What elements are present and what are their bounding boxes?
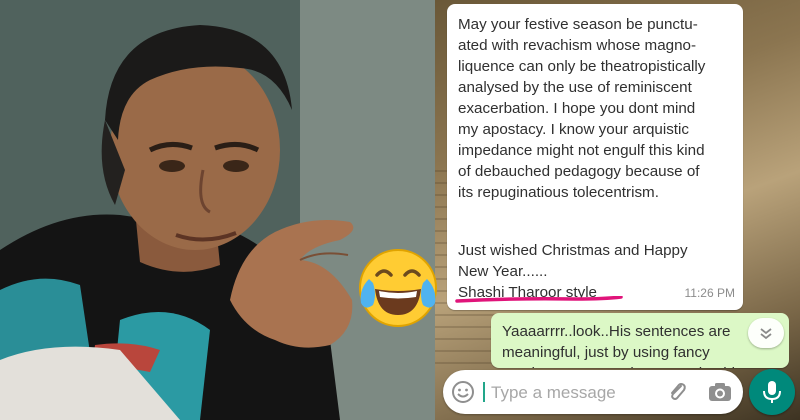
outgoing-message-bubble[interactable]: Yaaaarrrr..look..His sentences are meani… <box>491 313 789 368</box>
message-timestamp: 11:26 PM <box>684 286 735 300</box>
paperclip-icon[interactable] <box>665 380 689 404</box>
portrait-photo <box>0 0 435 420</box>
message-input[interactable] <box>489 379 658 407</box>
incoming-message-text: May your festive season be punctu- ated … <box>458 16 706 201</box>
camera-icon[interactable] <box>707 380 733 404</box>
smiley-icon[interactable] <box>451 380 475 404</box>
chevron-down-icon <box>760 328 772 340</box>
pink-underline-annotation <box>455 296 623 303</box>
photo-panel <box>0 0 435 420</box>
incoming-message-signoff: Just wished Christmas and Happy New Year… <box>458 242 688 301</box>
mic-icon <box>763 381 781 403</box>
voice-record-button[interactable] <box>749 369 795 415</box>
face-with-tears-of-joy-emoji <box>359 249 437 327</box>
scroll-to-bottom-button[interactable] <box>748 318 784 348</box>
text-cursor <box>483 382 485 402</box>
message-composer <box>443 370 743 414</box>
incoming-message-bubble[interactable]: May your festive season be punctu- ated … <box>447 4 743 310</box>
